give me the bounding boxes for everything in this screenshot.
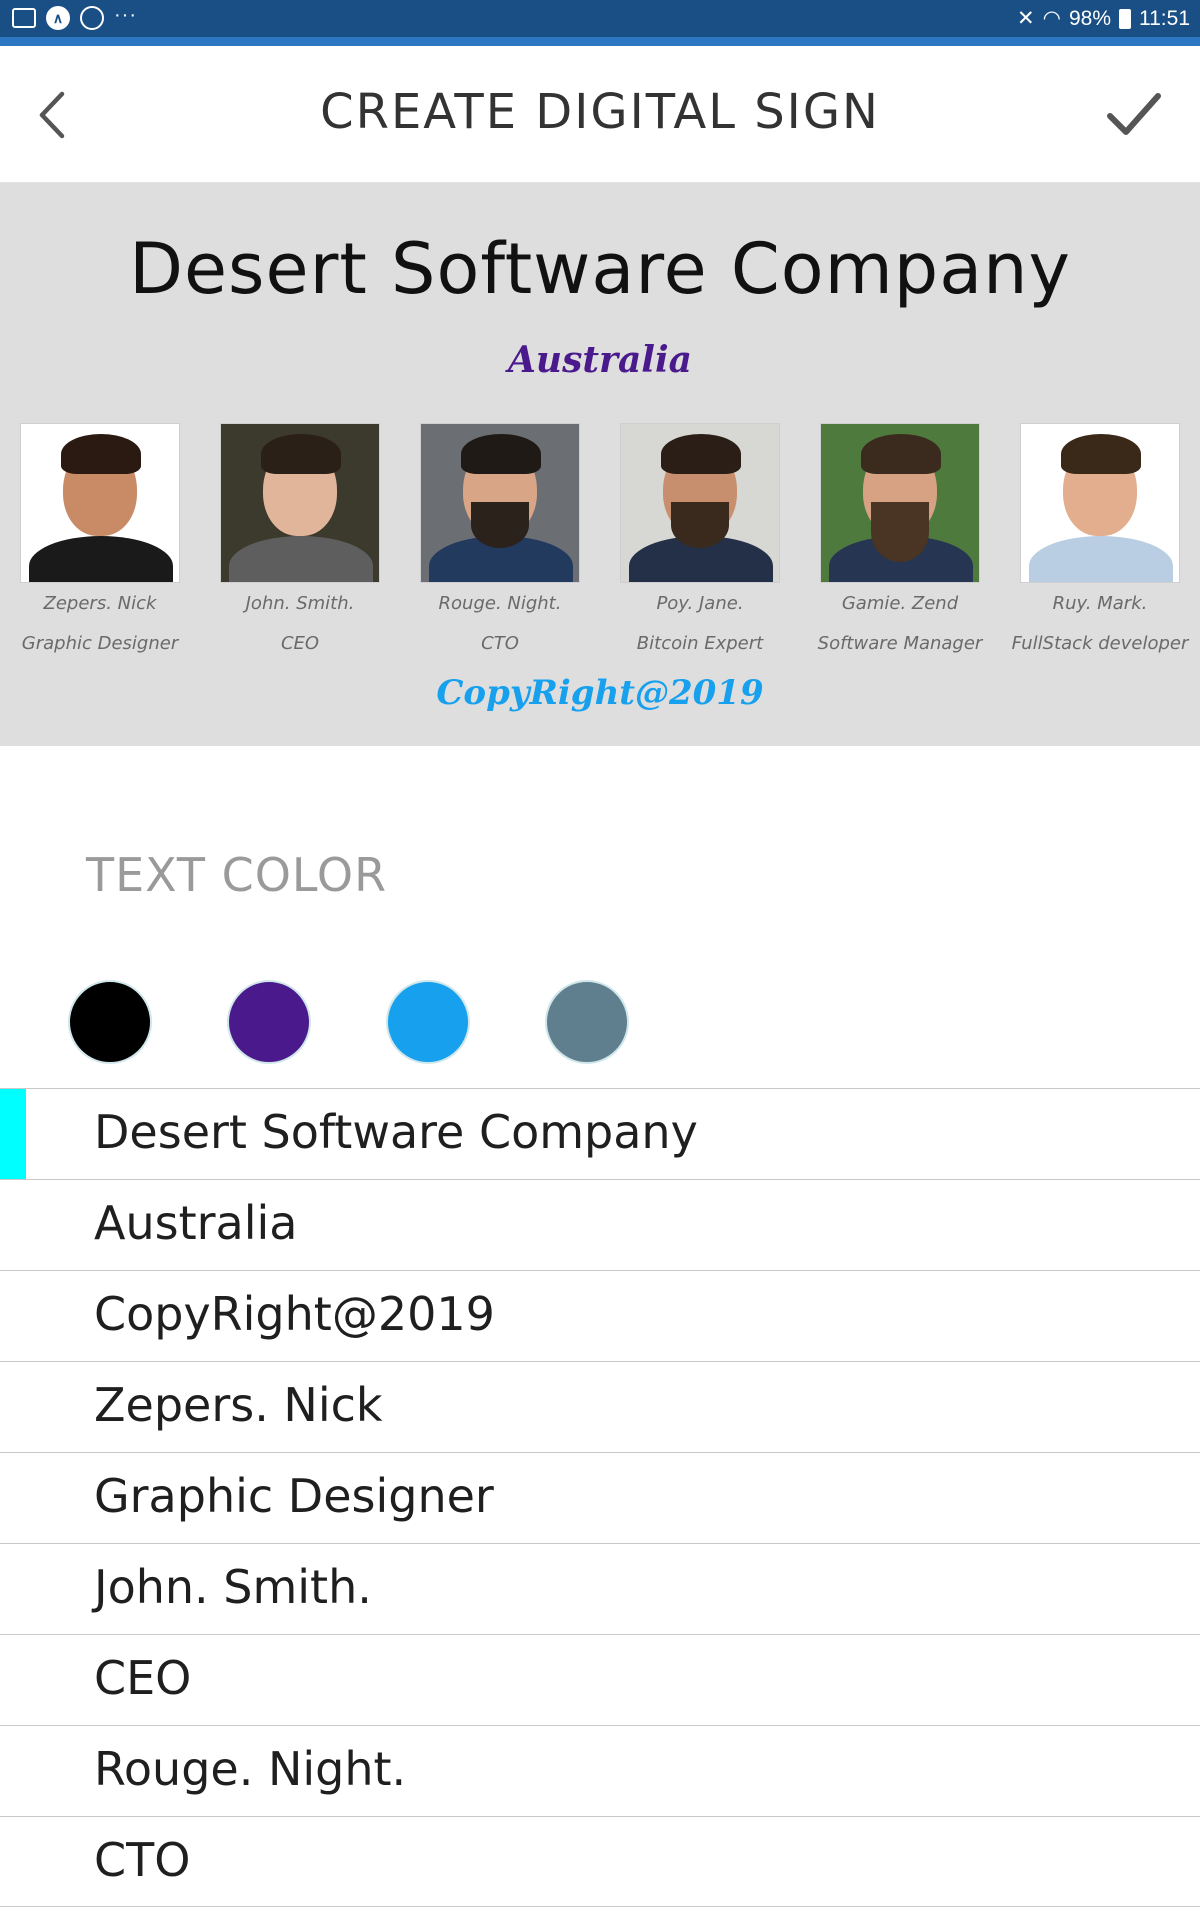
- person-role: Software Manager: [817, 633, 983, 654]
- preview-location: Australia: [508, 339, 692, 381]
- person-card: Poy. Jane. Bitcoin Expert: [620, 423, 780, 663]
- sign-preview[interactable]: Desert Software Company Australia Zepers…: [0, 183, 1200, 746]
- battery-level: 98%: [1068, 6, 1111, 30]
- list-item[interactable]: Rouge. Night.: [0, 1725, 1200, 1816]
- person-role: Bitcoin Expert: [636, 633, 764, 654]
- clock: 11:51: [1139, 6, 1190, 30]
- list-item-label: CEO: [94, 1651, 192, 1705]
- list-item[interactable]: John. Smith.: [0, 1543, 1200, 1634]
- person-card: Gamie. Zend Software Manager: [818, 423, 982, 663]
- confirm-button[interactable]: [1100, 86, 1170, 144]
- list-item-label: CTO: [94, 1833, 191, 1887]
- list-item-label: Rouge. Night.: [94, 1742, 407, 1796]
- status-accent-bar: [0, 37, 1200, 46]
- person-card: Rouge. Night. CTO: [420, 423, 580, 663]
- battery-icon: [1119, 8, 1131, 29]
- preview-company-name: Desert Software Company: [129, 228, 1071, 310]
- list-item-label: CopyRight@2019: [94, 1287, 495, 1341]
- app-header: CREATE DIGITAL SIGN: [0, 46, 1200, 183]
- person-name: Zepers. Nick: [43, 593, 157, 614]
- person-name: John. Smith.: [245, 593, 355, 614]
- person-photo: [1020, 423, 1180, 583]
- text-color-label: TEXT COLOR: [86, 848, 388, 902]
- person-name: Rouge. Night.: [438, 593, 562, 614]
- person-name: Poy. Jane.: [656, 593, 744, 614]
- list-item[interactable]: CEO: [0, 1634, 1200, 1725]
- list-item[interactable]: Graphic Designer: [0, 1452, 1200, 1543]
- person-role: CEO: [280, 633, 320, 654]
- mute-icon: ✕: [1017, 7, 1035, 30]
- color-swatch-black[interactable]: [68, 980, 152, 1064]
- list-item-label: John. Smith.: [94, 1560, 372, 1614]
- list-item[interactable]: Australia: [0, 1179, 1200, 1270]
- list-item[interactable]: Zepers. Nick: [0, 1361, 1200, 1452]
- text-item-list: Desert Software Company Australia CopyRi…: [0, 1088, 1200, 1907]
- list-item-label: Australia: [94, 1196, 298, 1250]
- selection-indicator: [0, 1089, 26, 1179]
- list-item-label: Graphic Designer: [94, 1469, 494, 1523]
- person-card: Ruy. Mark. FullStack developer: [1012, 423, 1188, 663]
- whatsapp-icon: [80, 6, 104, 30]
- status-bar: ∧ ··· ✕ ◠ 98% 11:51: [0, 0, 1200, 37]
- list-item[interactable]: CopyRight@2019: [0, 1270, 1200, 1361]
- app-icon: ∧: [46, 6, 70, 30]
- person-role: FullStack developer: [1011, 633, 1189, 654]
- list-item-selected[interactable]: Desert Software Company: [0, 1088, 1200, 1179]
- person-role: Graphic Designer: [21, 633, 179, 654]
- status-right-icons: ✕ ◠ 98% 11:51: [1017, 6, 1190, 31]
- more-dots-icon: ···: [114, 3, 137, 26]
- person-photo: [20, 423, 180, 583]
- list-item[interactable]: CTO: [0, 1816, 1200, 1907]
- status-left-icons: ∧ ···: [12, 3, 137, 30]
- person-photo: [820, 423, 980, 583]
- list-item-label: Desert Software Company: [94, 1105, 698, 1159]
- page-title: CREATE DIGITAL SIGN: [320, 84, 880, 140]
- person-photo: [220, 423, 380, 583]
- checkmark-icon: [1107, 93, 1161, 135]
- person-name: Gamie. Zend: [841, 593, 959, 614]
- person-photo: [620, 423, 780, 583]
- person-name: Ruy. Mark.: [1052, 593, 1148, 614]
- color-swatch-purple[interactable]: [227, 980, 311, 1064]
- person-card: John. Smith. CEO: [220, 423, 380, 663]
- person-role: CTO: [481, 633, 519, 654]
- color-swatch-gray[interactable]: [545, 980, 629, 1064]
- color-swatch-blue[interactable]: [386, 980, 470, 1064]
- people-row: Zepers. Nick Graphic Designer John. Smit…: [20, 423, 1188, 663]
- list-item-label: Zepers. Nick: [94, 1378, 383, 1432]
- wifi-icon: ◠: [1042, 7, 1061, 30]
- gallery-icon: [12, 8, 36, 28]
- person-photo: [420, 423, 580, 583]
- person-card: Zepers. Nick Graphic Designer: [20, 423, 180, 663]
- preview-copyright: CopyRight@2019: [436, 673, 764, 713]
